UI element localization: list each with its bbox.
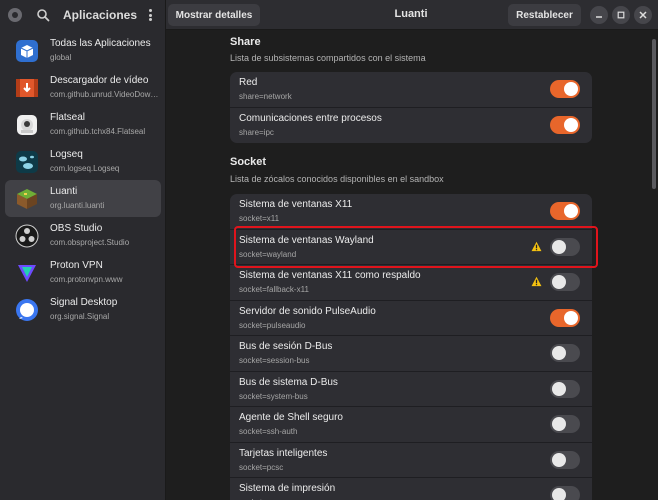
- app-item-video-downloader[interactable]: Descargador de vídeo com.github.unrud.Vid…: [5, 69, 161, 106]
- app-name: Flatseal: [50, 112, 86, 123]
- permission-title: Servidor de sonido PulseAudio: [239, 305, 376, 317]
- obs-icon: [15, 224, 39, 248]
- permission-title: Sistema de ventanas Wayland: [239, 234, 374, 246]
- app-item-signal[interactable]: Signal Desktop org.signal.Signal: [5, 291, 161, 328]
- luanti-icon: [15, 187, 39, 211]
- flatseal-icon: [15, 113, 39, 137]
- app-id: org.signal.Signal: [50, 312, 110, 321]
- video-downloader-icon: [15, 76, 39, 100]
- permissions-panel[interactable]: Share Lista de subsistemas compartidos c…: [167, 31, 658, 500]
- protonvpn-icon: [15, 261, 39, 285]
- permission-row: Sistema de ventanas X11 socket=x11: [230, 194, 592, 230]
- permission-title: Bus de sesión D-Bus: [239, 341, 333, 352]
- permission-title: Tarjetas inteligentes: [239, 447, 328, 459]
- permission-key: socket=ssh-auth: [239, 427, 298, 436]
- signal-icon: [15, 298, 39, 322]
- menu-icon[interactable]: [144, 7, 156, 23]
- app-name: Logseq: [50, 149, 83, 160]
- share-section-description: Lista de subsistemas compartidos con el …: [230, 53, 426, 63]
- logseq-icon: [15, 150, 39, 174]
- app-name: Luanti: [50, 186, 78, 197]
- all-apps-icon: [15, 39, 39, 63]
- minimize-icon[interactable]: [590, 6, 608, 24]
- app-id: com.obsproject.Studio: [50, 238, 130, 247]
- share-section-title: Share: [230, 36, 261, 48]
- permission-row: Comunicaciones entre procesos share=ipc: [230, 108, 592, 144]
- app-id: global: [50, 53, 72, 62]
- permission-row: Agente de Shell seguro socket=ssh-auth: [230, 407, 592, 443]
- app-item-flatseal[interactable]: Flatseal com.github.tchx84.Flatseal: [5, 106, 161, 143]
- permission-toggle[interactable]: [550, 115, 580, 134]
- app-list: Todas las Aplicaciones global Descargador …: [0, 32, 166, 328]
- permission-key: socket=fallback-x11: [239, 285, 309, 294]
- permission-row: Tarjetas inteligentes socket=pcsc: [230, 443, 592, 478]
- permission-toggle[interactable]: [550, 80, 580, 98]
- warning-icon: [531, 241, 542, 251]
- permission-toggle[interactable]: [550, 273, 580, 291]
- permission-key: socket=x11: [239, 214, 280, 223]
- app-name: Signal Desktop: [50, 297, 118, 308]
- sidebar-title: Aplicaciones: [63, 8, 138, 22]
- app-id: com.protonvpn.www: [50, 275, 123, 284]
- share-card: Red share=network Comunicaciones entre pro…: [230, 72, 592, 143]
- reset-button[interactable]: Restablecer: [508, 4, 581, 26]
- window-title: Luanti: [394, 8, 428, 20]
- socket-card: Sistema de ventanas X11 socket=x11 Sistema…: [230, 194, 592, 500]
- permission-key: socket=session-bus: [239, 356, 310, 365]
- app-name: OBS Studio: [50, 223, 103, 234]
- header-bar: Mostrar detalles Luanti Restablecer: [166, 0, 658, 30]
- app-id: com.logseq.Logseq: [50, 164, 120, 173]
- app-item-obs[interactable]: OBS Studio com.obsproject.Studio: [5, 217, 161, 254]
- permission-row: Sistema de ventanas X11 como respaldo soc…: [230, 265, 592, 301]
- permission-title: Sistema de ventanas X11: [239, 199, 353, 210]
- permission-key: socket=pulseaudio: [239, 320, 306, 330]
- permission-title: Comunicaciones entre procesos: [239, 112, 382, 124]
- permission-toggle[interactable]: [550, 450, 580, 469]
- sidebar: Aplicaciones Todas las Aplicaciones globa…: [0, 0, 166, 500]
- permission-toggle[interactable]: [550, 415, 580, 433]
- permission-key: share=ipc: [239, 127, 274, 137]
- permission-key: share=network: [239, 92, 292, 101]
- app-name: Descargador de vídeo: [50, 75, 149, 86]
- permission-toggle[interactable]: [550, 379, 580, 398]
- socket-section-title: Socket: [230, 156, 267, 168]
- app-item-luanti[interactable]: Luanti org.luanti.luanti: [5, 180, 161, 217]
- app-name: Proton VPN: [50, 260, 103, 271]
- permission-row: Sistema de impresiónsocket=cups: [230, 478, 592, 500]
- maximize-icon[interactable]: [612, 6, 630, 24]
- permission-row: Servidor de sonido PulseAudio socket=puls…: [230, 301, 592, 336]
- permission-title: Bus de sistema D-Bus: [239, 376, 338, 388]
- app-id: com.github.unrud.VideoDownloader: [50, 90, 160, 99]
- close-icon[interactable]: [634, 6, 652, 24]
- socket-section-description: Lista de zócalos conocidos disponibles e…: [230, 174, 444, 184]
- flatseal-app-icon: [8, 8, 22, 22]
- permission-key: socket=pcsc: [239, 462, 284, 472]
- search-icon[interactable]: [36, 8, 50, 22]
- permission-title: Agente de Shell seguro: [239, 412, 343, 423]
- permission-row: Bus de sesión D-Bus socket=session-bus: [230, 336, 592, 372]
- permission-row: Sistema de ventanas Wayland socket=waylan…: [230, 230, 592, 265]
- permission-row: Bus de sistema D-Bus socket=system-bus: [230, 372, 592, 407]
- warning-icon: [531, 276, 542, 287]
- app-item-protonvpn[interactable]: Proton VPN com.protonvpn.www: [5, 254, 161, 291]
- permission-title: Sistema de ventanas X11 como respaldo: [239, 270, 421, 281]
- app-name: Todas las Aplicaciones: [50, 38, 151, 49]
- permission-key: socket=system-bus: [239, 391, 308, 401]
- permission-toggle[interactable]: [550, 344, 580, 362]
- scrollbar[interactable]: [652, 39, 656, 189]
- app-id: org.luanti.luanti: [50, 201, 105, 210]
- permission-key: socket=wayland: [239, 249, 297, 259]
- permission-toggle[interactable]: [550, 202, 580, 220]
- sidebar-header: Aplicaciones: [0, 0, 165, 30]
- app-item-logseq[interactable]: Logseq com.logseq.Logseq: [5, 143, 161, 180]
- permission-toggle[interactable]: [550, 486, 580, 500]
- permission-toggle[interactable]: [550, 308, 580, 327]
- show-details-button[interactable]: Mostrar detalles: [168, 4, 260, 26]
- permission-toggle[interactable]: [550, 237, 580, 256]
- app-item-all-apps[interactable]: Todas las Aplicaciones global: [5, 32, 161, 69]
- permission-row: Red share=network: [230, 72, 592, 108]
- permission-title: Sistema de impresión: [239, 483, 336, 494]
- app-id: com.github.tchx84.Flatseal: [50, 127, 146, 136]
- permission-title: Red: [239, 77, 258, 88]
